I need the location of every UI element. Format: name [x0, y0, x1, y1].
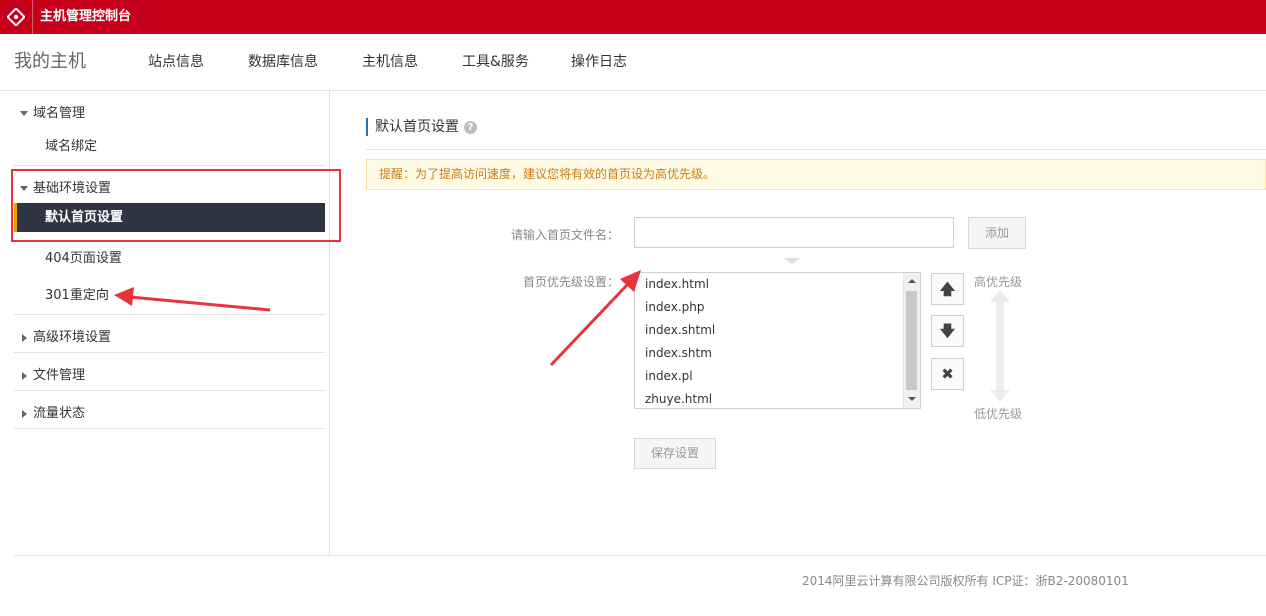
chevron-right-icon — [22, 333, 27, 342]
listbox-scrollbar[interactable] — [903, 273, 920, 408]
main-nav: 我的主机 站点信息 数据库信息 主机信息 工具&服务 操作日志 — [0, 34, 1266, 91]
low-priority-label: 低优先级 — [974, 407, 1023, 421]
priority-listbox[interactable]: index.html index.php index.shtml index.s… — [634, 272, 921, 409]
sidebar-section-label: 文件管理 — [33, 368, 86, 383]
chevron-down-icon — [20, 111, 28, 116]
sidebar-divider — [14, 165, 325, 166]
move-down-button[interactable]: 🡇 — [931, 315, 964, 347]
high-priority-label: 高优先级 — [974, 275, 1023, 289]
remove-button[interactable]: ✖ — [931, 358, 964, 390]
scrollbar-thumb[interactable] — [906, 291, 917, 390]
list-item[interactable]: zhuye.html — [645, 392, 712, 406]
caret-down-icon — [784, 258, 800, 264]
nav-operation-log[interactable]: 操作日志 — [571, 34, 627, 90]
annotation-arrow-list — [549, 282, 630, 367]
add-button[interactable]: 添加 — [968, 217, 1026, 249]
scroll-down-icon[interactable] — [908, 397, 916, 401]
sidebar-item-label: 默认首页设置 — [45, 210, 124, 225]
filename-input[interactable] — [634, 217, 954, 248]
list-item[interactable]: index.shtm — [645, 346, 712, 360]
arrow-up-icon: 🡅 — [939, 280, 956, 298]
brand-title[interactable]: 我的主机 — [14, 34, 86, 90]
sidebar-item-404-page[interactable]: 404页面设置 — [45, 247, 122, 266]
sidebar-section-label: 域名管理 — [33, 106, 86, 121]
filename-input-label: 请输入首页文件名： — [511, 228, 620, 242]
title-divider — [366, 149, 1266, 150]
sidebar-section-label: 高级环境设置 — [33, 330, 112, 345]
sidebar-divider — [14, 428, 325, 429]
sidebar-section-file-manage[interactable]: 文件管理 — [20, 364, 85, 383]
move-up-button[interactable]: 🡅 — [931, 273, 964, 305]
nav-database-info[interactable]: 数据库信息 — [248, 34, 318, 90]
priority-label: 首页优先级设置： — [523, 275, 620, 289]
sidebar-divider — [14, 390, 325, 391]
sidebar-section-basic-env[interactable]: 基础环境设置 — [20, 177, 111, 196]
priority-arrow-icon — [990, 290, 1010, 402]
scroll-up-icon[interactable] — [908, 279, 916, 283]
footer-divider — [14, 555, 1266, 556]
close-icon: ✖ — [941, 365, 954, 383]
help-icon[interactable]: ? — [464, 120, 477, 134]
chevron-right-icon — [22, 371, 27, 380]
save-button[interactable]: 保存设置 — [634, 438, 716, 469]
arrow-down-icon: 🡇 — [939, 322, 956, 340]
sidebar-item-default-page[interactable]: 默认首页设置 — [14, 203, 325, 232]
app-title: 主机管理控制台 — [40, 9, 132, 24]
chevron-down-icon — [20, 186, 28, 191]
sidebar-section-advanced-env[interactable]: 高级环境设置 — [20, 326, 111, 345]
page-title-text: 默认首页设置 — [375, 119, 459, 135]
list-item[interactable]: index.php — [645, 300, 704, 314]
chevron-right-icon — [22, 409, 27, 418]
top-bar: 主机管理控制台 — [0, 0, 1266, 34]
sidebar-divider — [14, 314, 325, 315]
nav-host-info[interactable]: 主机信息 — [362, 34, 418, 90]
sidebar-section-label: 基础环境设置 — [33, 181, 112, 196]
page-title: 默认首页设置? — [366, 118, 477, 136]
sidebar-section-label: 流量状态 — [33, 406, 86, 421]
logo-icon[interactable] — [0, 0, 33, 34]
notice-banner: 提醒：为了提高访问速度，建议您将有效的首页设为高优先级。 — [366, 159, 1266, 190]
sidebar-divider — [14, 352, 325, 353]
sidebar: 域名管理 域名绑定 基础环境设置 默认首页设置 404页面设置 301重定向 高… — [0, 91, 341, 555]
sidebar-section-traffic[interactable]: 流量状态 — [20, 402, 85, 421]
list-item[interactable]: index.shtml — [645, 323, 715, 337]
sidebar-section-domain[interactable]: 域名管理 — [20, 102, 85, 121]
nav-tools-services[interactable]: 工具&服务 — [462, 34, 529, 90]
footer-copyright: 2014阿里云计算有限公司版权所有 ICP证：浙B2-20080101 — [802, 574, 1129, 588]
sidebar-item-301-redirect[interactable]: 301重定向 — [45, 284, 109, 303]
notice-text: 提醒：为了提高访问速度，建议您将有效的首页设为高优先级。 — [379, 167, 716, 181]
nav-site-info[interactable]: 站点信息 — [148, 34, 204, 90]
sidebar-item-domain-bind[interactable]: 域名绑定 — [45, 135, 97, 154]
list-item[interactable]: index.html — [645, 277, 709, 291]
list-item[interactable]: index.pl — [645, 369, 693, 383]
